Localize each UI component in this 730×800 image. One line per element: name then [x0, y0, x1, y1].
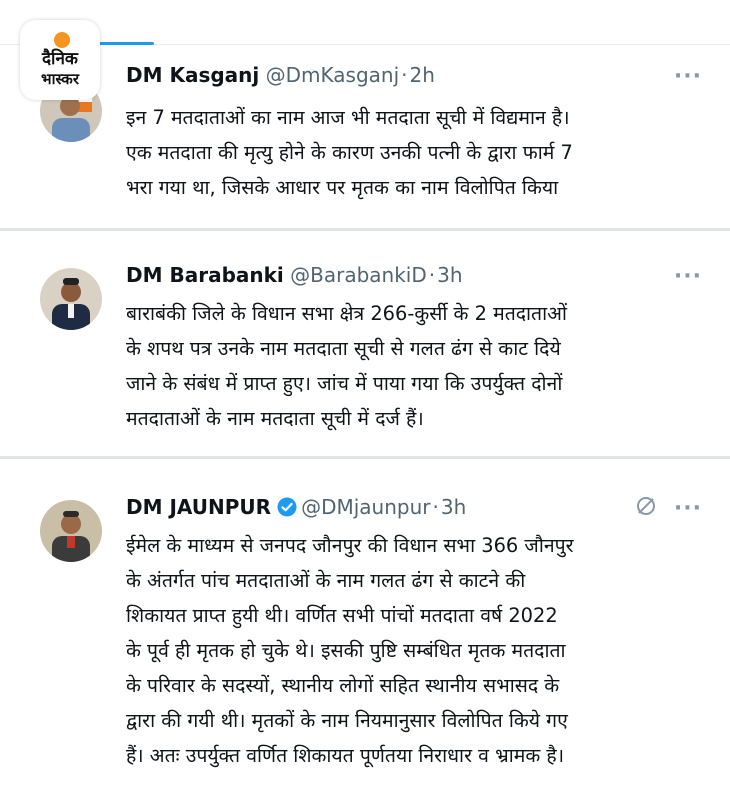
- author-name[interactable]: DM JAUNPUR: [126, 495, 271, 519]
- tweet-time[interactable]: 2h: [410, 63, 435, 87]
- more-options-icon[interactable]: ···: [674, 64, 702, 89]
- avatar[interactable]: [40, 268, 102, 330]
- author-handle[interactable]: @DMjaunpur: [301, 495, 430, 519]
- tweet-header: DM Kasganj @DmKasganj · 2h: [126, 63, 435, 87]
- tweet-divider: [0, 456, 730, 459]
- grok-icon[interactable]: [634, 494, 658, 522]
- more-options-icon[interactable]: ···: [674, 264, 702, 289]
- author-name[interactable]: DM Barabanki: [126, 263, 284, 287]
- author-handle[interactable]: @DmKasganj: [266, 63, 400, 87]
- verified-badge-icon: [277, 497, 297, 523]
- tweet-header: DM JAUNPUR @DMjaunpur · 3h: [126, 494, 466, 523]
- tweet-divider: [0, 228, 730, 231]
- author-name[interactable]: DM Kasganj: [126, 63, 259, 87]
- tweet-header: DM Barabanki @BarabankiD · 3h: [126, 263, 463, 287]
- tweet-time[interactable]: 3h: [441, 495, 466, 519]
- avatar[interactable]: [40, 500, 102, 562]
- logo-text-line2: भास्कर: [41, 70, 79, 88]
- tweet-time[interactable]: 3h: [437, 263, 462, 287]
- author-handle[interactable]: @BarabankiD: [290, 263, 427, 287]
- logo-sun-icon: [54, 32, 70, 48]
- tweet-text: ईमेल के माध्यम से जनपद जौनपुर की विधान स…: [126, 534, 574, 767]
- dainik-bhaskar-logo: दैनिक भास्कर: [20, 20, 100, 100]
- logo-text-line1: दैनिक: [42, 49, 78, 69]
- more-options-icon[interactable]: ···: [674, 496, 702, 521]
- tweet-text: इन 7 मतदाताओं का नाम आज भी मतदाता सूची म…: [126, 106, 573, 199]
- tweet-text: बाराबंकी जिले के विधान सभा क्षेत्र 266-क…: [126, 302, 567, 430]
